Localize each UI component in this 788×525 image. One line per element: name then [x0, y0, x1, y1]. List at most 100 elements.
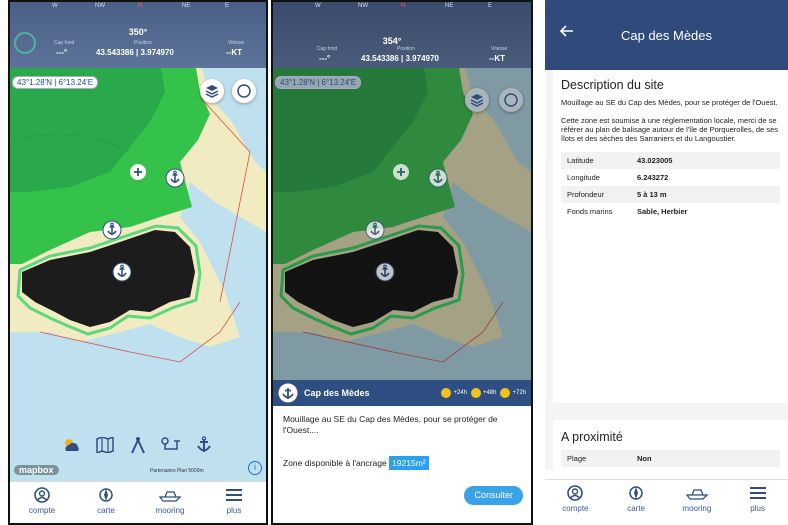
compass-mark: NE	[445, 3, 454, 9]
compass-strip: W NW N NE E	[273, 2, 531, 16]
layers-button[interactable]	[465, 88, 489, 112]
tab-compte[interactable]: compte	[545, 480, 606, 525]
page-title: Cap des Mèdes	[620, 28, 713, 43]
anchor-button[interactable]	[193, 434, 215, 456]
heading-value: 354°	[382, 36, 402, 46]
map-attribution[interactable]: Partenaires Plan 5000m	[150, 468, 204, 474]
cap-value: ---°	[56, 48, 68, 57]
tab-plus[interactable]: plus	[727, 480, 788, 525]
layers-icon	[205, 85, 219, 98]
fact-value: 43.023005	[631, 152, 780, 169]
tab-label: compte	[562, 504, 589, 513]
table-row: Longitude 6.243272	[561, 169, 780, 186]
table-row: Latitude 43.023005	[561, 152, 780, 169]
tab-label: plus	[750, 504, 765, 513]
compass-icon	[629, 486, 643, 500]
compass-mark: E	[488, 3, 493, 9]
target-icon	[237, 84, 251, 98]
map-detail-screen: W NW N NE E 354° Cap fond ---° Position …	[271, 0, 533, 525]
description-card: Description du site Mouillage au SE du C…	[553, 70, 788, 403]
compass-strip: W NW N NE E	[10, 2, 266, 16]
forecast-label: +48h	[482, 390, 497, 396]
section-title: Description du site	[561, 78, 664, 92]
user-icon	[34, 487, 50, 503]
nautical-map[interactable]	[10, 2, 266, 482]
layers-button[interactable]	[200, 79, 224, 103]
fact-label: Fonds marins	[567, 207, 613, 216]
navigation-header: W NW N NE E 350° Cap fond ---° Position …	[10, 2, 266, 68]
boat-icon	[158, 491, 182, 502]
tab-label: mooring	[682, 504, 712, 513]
forecast-label: +24h	[453, 390, 467, 396]
tab-label: carte	[97, 506, 115, 515]
menu-icon	[749, 487, 766, 499]
fact-label: Plage	[561, 450, 631, 467]
compass-mark: NW	[358, 3, 368, 9]
section-title: A proximité	[561, 430, 623, 444]
tab-compte[interactable]: compte	[10, 482, 74, 523]
tab-label: mooring	[155, 506, 185, 515]
heading-value: 350°	[128, 27, 148, 37]
tab-bar: compte carte mooring plus	[10, 481, 266, 523]
nearby-card: A proximité Plage Non	[553, 420, 788, 480]
site-sheet-body: Mouillage au SE du Cap des Mèdes, pour s…	[273, 406, 531, 523]
zone-label: Zone disponible à l'ancrage	[283, 458, 387, 468]
tab-label: plus	[226, 506, 242, 515]
fact-value: 5 à 13 m	[631, 186, 780, 203]
anchor-icon	[196, 436, 211, 452]
speed-label: Vitesse	[491, 46, 508, 52]
compass-mark: N	[401, 3, 406, 9]
target-icon	[504, 93, 518, 107]
anchor-zone: Zone disponible à l'ancrage 19215m²	[283, 456, 521, 470]
description-text: Mouillage au SE du Cap des Mèdes, pour s…	[561, 98, 778, 107]
route-button[interactable]	[160, 434, 182, 456]
site-content: Description du site Mouillage au SE du C…	[545, 70, 788, 480]
measure-button[interactable]	[127, 434, 149, 456]
position-value: 43.543386 | 3.974970	[361, 54, 439, 63]
sun-icon	[500, 388, 511, 398]
info-button[interactable]: i	[248, 461, 262, 475]
fact-label: Latitude	[561, 152, 631, 169]
tab-carte[interactable]: carte	[606, 480, 667, 525]
tab-carte[interactable]: carte	[74, 482, 138, 523]
site-description: Mouillage au SE du Cap des Mèdes, pour s…	[283, 414, 498, 435]
consult-button[interactable]: Consulter	[464, 486, 523, 505]
speed-value: --KT	[226, 48, 242, 57]
weather-icon	[65, 439, 80, 451]
tab-mooring[interactable]: mooring	[667, 480, 728, 525]
forecast-label: +72h	[512, 390, 526, 396]
site-sheet-header[interactable]: Cap des Mèdes +24h +48h +72h	[273, 380, 531, 406]
layers-icon	[470, 94, 484, 107]
compass-mark: NW	[95, 3, 105, 9]
user-icon	[567, 485, 584, 501]
sun-icon	[470, 388, 481, 398]
anchor-icon	[278, 383, 298, 403]
table-row: Plage Non	[561, 450, 780, 467]
mapbox-logo: mapbox	[14, 465, 59, 475]
compass-mark: N	[138, 3, 143, 9]
route-icon	[161, 437, 180, 450]
tab-mooring[interactable]: mooring	[138, 482, 202, 523]
forecast-48h[interactable]: +48h	[470, 388, 497, 398]
compass-mark: E	[225, 3, 230, 9]
boat-icon	[685, 489, 709, 500]
site-facts-table: Latitude 43.023005 Longitude 6.243272 Prof…	[561, 152, 780, 220]
navigation-header: W NW N NE E 354° Cap fond ---° Position …	[273, 2, 531, 68]
cap-label: Cap fond	[54, 40, 75, 46]
locate-button[interactable]	[499, 88, 523, 112]
weather-button[interactable]	[61, 434, 83, 456]
fact-label: Profondeur	[561, 186, 631, 203]
forecast-24h[interactable]: +24h	[441, 388, 467, 398]
tab-plus[interactable]: plus	[202, 482, 266, 523]
tab-bar: compte carte mooring plus	[545, 479, 788, 525]
fact-value: 6.243272	[637, 173, 669, 182]
fact-label: Longitude	[567, 173, 600, 182]
forecast-72h[interactable]: +72h	[500, 388, 526, 398]
locate-button[interactable]	[232, 79, 256, 103]
compass-mark: W	[52, 3, 58, 9]
regulation-text: Cette zone est soumise à une réglementat…	[561, 116, 778, 143]
map-style-button[interactable]	[94, 434, 116, 456]
table-row: Fonds marins Sable, Herbier	[561, 203, 780, 220]
map-screen: W NW N NE E 350° Cap fond ---° Position …	[8, 0, 268, 525]
tab-label: compte	[28, 506, 56, 515]
